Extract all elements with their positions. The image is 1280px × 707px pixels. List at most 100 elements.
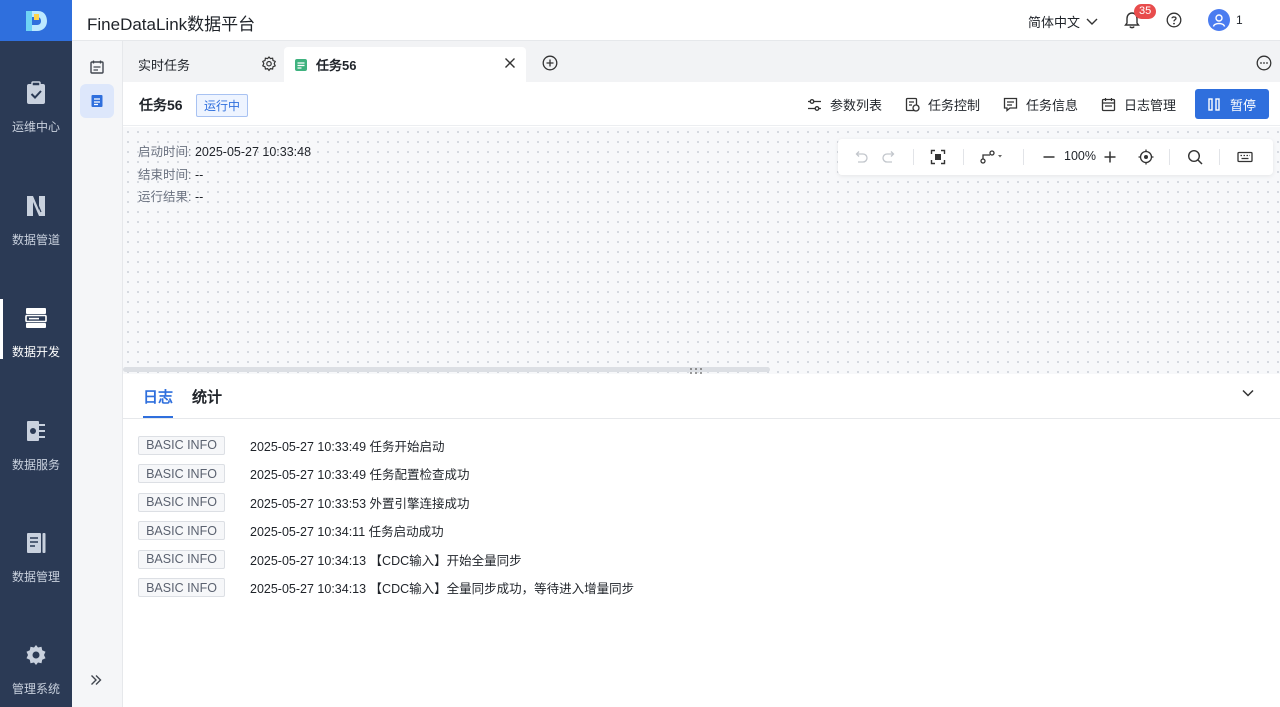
data-manage-icon	[25, 528, 47, 558]
chevron-down-icon	[1086, 18, 1098, 25]
run-info: 启动时间: 2025-05-27 10:33:48 结束时间: -- 运行结果:…	[138, 141, 311, 209]
collapse-panel-button[interactable]	[1241, 386, 1255, 403]
gear-icon	[25, 640, 47, 670]
pause-icon	[1208, 97, 1220, 111]
calendar-list-icon	[90, 60, 104, 74]
main-nav: 运维中心 数据管道 数据开发 数据服务 数据管理 管理系统	[0, 41, 72, 707]
more-options-button[interactable]	[1256, 55, 1272, 74]
pause-button[interactable]: 暂停	[1195, 89, 1269, 119]
server-stack-icon	[25, 303, 47, 333]
toolbar-divider	[1023, 149, 1024, 165]
undo-icon	[855, 151, 868, 163]
task-control-button[interactable]: 任务控制	[905, 95, 980, 114]
double-chevron-right-icon	[91, 675, 102, 685]
close-tab-button[interactable]	[504, 57, 516, 72]
app-title: FineDataLink数据平台	[87, 15, 256, 34]
redo-icon	[882, 151, 895, 163]
start-time-value: 2025-05-27 10:33:48	[194, 145, 312, 159]
nav-item-data-service[interactable]: 数据服务	[0, 416, 72, 496]
workflow-canvas[interactable]: 启动时间: 2025-05-27 10:33:48 结束时间: -- 运行结果:…	[123, 127, 1280, 374]
logo-icon	[26, 10, 47, 31]
log-message: 2025-05-27 10:34:13 【CDC输入】开始全量同步	[250, 553, 522, 568]
nav-item-data-manage[interactable]: 数据管理	[0, 528, 72, 608]
clipboard-check-icon	[25, 78, 47, 108]
minus-icon	[1043, 156, 1055, 158]
log-message: 2025-05-27 10:33:49 任务开始启动	[250, 439, 445, 454]
log-level-tag: BASIC INFO	[138, 464, 225, 483]
app-logo[interactable]	[0, 0, 72, 41]
log-level-tag: BASIC INFO	[138, 492, 225, 512]
expand-sidebar-button[interactable]	[90, 673, 102, 691]
language-label: 简体中文	[1028, 15, 1081, 30]
document-icon	[91, 95, 103, 107]
log-entry: BASIC INFO 2025-05-27 10:33:49 任务开始启动	[138, 435, 445, 455]
add-tab-button[interactable]	[542, 55, 558, 74]
log-message: 2025-05-27 10:34:13 【CDC输入】全量同步成功，等待进入增量…	[250, 582, 635, 596]
layout-button[interactable]	[980, 149, 1004, 165]
nav-item-system[interactable]: 管理系统	[0, 640, 72, 707]
tab-label: 实时任务	[138, 58, 191, 73]
log-level-tag: BASIC INFO	[138, 578, 225, 597]
button-label: 任务控制	[928, 98, 981, 113]
pipeline-icon	[25, 191, 47, 221]
gear-icon	[262, 56, 276, 72]
task-info-button[interactable]: 任务信息	[1003, 95, 1078, 114]
nav-item-ops-center[interactable]: 运维中心	[0, 78, 72, 158]
toolbar-divider	[913, 149, 914, 165]
realtime-task-button[interactable]	[80, 84, 114, 118]
keyboard-shortcuts-button[interactable]	[1237, 149, 1253, 165]
horizontal-scrollbar[interactable]	[123, 367, 770, 372]
button-label: 日志管理	[1124, 98, 1177, 113]
toolbar-divider	[1219, 149, 1220, 165]
more-horizontal-icon	[1256, 55, 1272, 71]
zoom-level: 100%	[1064, 149, 1096, 163]
user-icon	[1212, 14, 1226, 27]
calendar-log-icon	[1101, 98, 1116, 112]
button-label: 任务信息	[1026, 98, 1079, 113]
start-time-label: 启动时间:	[138, 145, 192, 159]
tab-realtime-tasks[interactable]: 实时任务	[123, 47, 283, 82]
fit-screen-icon	[930, 149, 946, 165]
params-list-button[interactable]: 参数列表	[807, 95, 882, 114]
nav-label: 管理系统	[11, 682, 60, 696]
user-menu[interactable]: 1	[1208, 9, 1243, 31]
top-bar: FineDataLink数据平台 简体中文 35 1	[0, 0, 1280, 41]
nav-item-data-dev[interactable]: 数据开发	[0, 299, 72, 383]
search-button[interactable]	[1187, 149, 1203, 165]
help-button[interactable]	[1166, 12, 1182, 31]
plus-icon	[1104, 151, 1116, 163]
language-selector[interactable]: 简体中文	[1028, 12, 1098, 31]
toolbar-divider	[963, 149, 964, 165]
button-label: 参数列表	[830, 98, 883, 113]
end-time-value: --	[194, 167, 204, 182]
zoom-in-button[interactable]	[1103, 149, 1117, 165]
task-list-button[interactable]	[80, 50, 114, 84]
fit-view-button[interactable]	[930, 149, 946, 165]
nav-item-data-pipeline[interactable]: 数据管道	[0, 191, 72, 271]
close-icon	[505, 58, 515, 68]
log-management-button[interactable]: 日志管理	[1101, 95, 1176, 114]
locate-button[interactable]	[1138, 149, 1154, 165]
tab-task56[interactable]: 任务56	[284, 47, 526, 82]
search-icon	[1187, 149, 1203, 165]
task-file-icon	[295, 58, 307, 71]
log-entry: BASIC INFO 2025-05-27 10:34:11 任务启动成功	[138, 521, 444, 541]
chevron-down-icon	[1242, 389, 1254, 397]
layout-flow-icon	[980, 150, 1002, 164]
log-message: 2025-05-27 10:33:53 外置引擎连接成功	[250, 496, 470, 511]
tab-settings-button[interactable]	[261, 56, 277, 75]
redo-button[interactable]	[881, 149, 897, 165]
tab-log[interactable]: 日志	[143, 386, 173, 407]
active-tab-indicator	[143, 416, 173, 418]
button-label: 暂停	[1229, 97, 1256, 113]
zoom-out-button[interactable]	[1042, 149, 1056, 165]
secondary-sidebar	[72, 41, 123, 707]
end-time-label: 结束时间:	[138, 167, 192, 182]
start-time-row: 启动时间: 2025-05-27 10:33:48	[138, 141, 311, 164]
result-value: --	[194, 190, 204, 204]
log-message: 2025-05-27 10:34:11 任务启动成功	[250, 525, 444, 539]
log-tabs: 日志 统计	[123, 374, 1280, 419]
keyboard-icon	[1237, 151, 1253, 163]
tab-statistics[interactable]: 统计	[192, 386, 222, 407]
undo-button[interactable]	[853, 149, 869, 165]
